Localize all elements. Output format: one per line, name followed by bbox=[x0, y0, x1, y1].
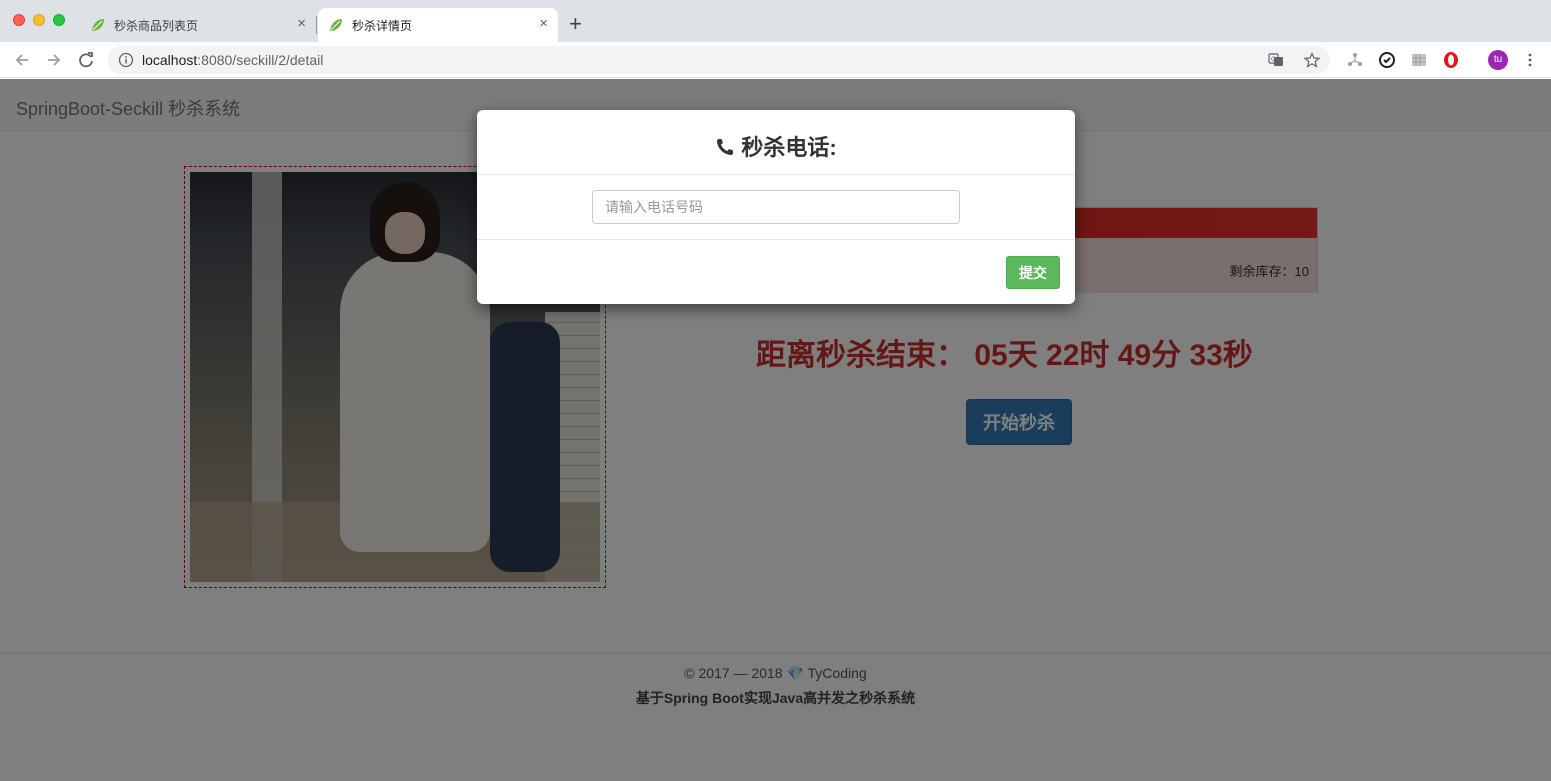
info-icon[interactable] bbox=[118, 52, 134, 68]
window-close-button[interactable] bbox=[13, 14, 25, 26]
phone-icon bbox=[717, 139, 734, 155]
browser-toolbar: localhost:8080/seckill/2/detail G bbox=[0, 42, 1551, 78]
more-menu-icon[interactable] bbox=[1522, 52, 1538, 68]
extension-sync-icon[interactable] bbox=[1378, 51, 1396, 69]
back-arrow-icon[interactable] bbox=[12, 50, 32, 70]
translate-icon[interactable]: G bbox=[1268, 52, 1284, 68]
browser-tab-bar: 秒杀商品列表页 × 秒杀详情页 × + bbox=[0, 0, 1551, 42]
new-tab-button[interactable]: + bbox=[569, 12, 582, 36]
forward-arrow-icon[interactable] bbox=[44, 50, 64, 70]
reload-icon[interactable] bbox=[76, 50, 96, 70]
modal-title: 秒杀电话: bbox=[477, 130, 1075, 162]
modal-title-text: 秒杀电话: bbox=[741, 135, 837, 160]
extension-network-icon[interactable] bbox=[1346, 51, 1364, 69]
tab-seckill-list[interactable]: 秒杀商品列表页 × bbox=[80, 8, 316, 42]
extension-grid-icon[interactable] bbox=[1410, 51, 1428, 69]
tab-divider bbox=[316, 16, 317, 34]
tab-title: 秒杀详情页 bbox=[352, 19, 413, 33]
tab-close-icon[interactable]: × bbox=[297, 16, 306, 32]
tab-title: 秒杀商品列表页 bbox=[114, 19, 199, 33]
submit-button[interactable]: 提交 bbox=[1006, 256, 1060, 289]
svg-text:G: G bbox=[1271, 56, 1276, 63]
modal-header: 秒杀电话: bbox=[477, 110, 1075, 175]
tab-seckill-detail[interactable]: 秒杀详情页 × bbox=[318, 8, 558, 42]
spring-leaf-icon bbox=[330, 19, 342, 31]
window-minimize-button[interactable] bbox=[33, 14, 45, 26]
bookmark-star-icon[interactable] bbox=[1304, 52, 1320, 68]
extension-opera-icon[interactable] bbox=[1442, 51, 1460, 69]
url-text[interactable]: localhost:8080/seckill/2/detail bbox=[142, 52, 323, 68]
spring-leaf-icon bbox=[92, 19, 104, 31]
tab-close-icon[interactable]: × bbox=[539, 16, 548, 32]
phone-modal: 秒杀电话: 提交 bbox=[477, 110, 1075, 304]
phone-input[interactable] bbox=[592, 190, 960, 224]
window-zoom-button[interactable] bbox=[53, 14, 65, 26]
address-bar[interactable]: localhost:8080/seckill/2/detail G bbox=[108, 46, 1330, 74]
profile-avatar[interactable]: tu bbox=[1488, 50, 1508, 70]
modal-body bbox=[477, 175, 1075, 240]
